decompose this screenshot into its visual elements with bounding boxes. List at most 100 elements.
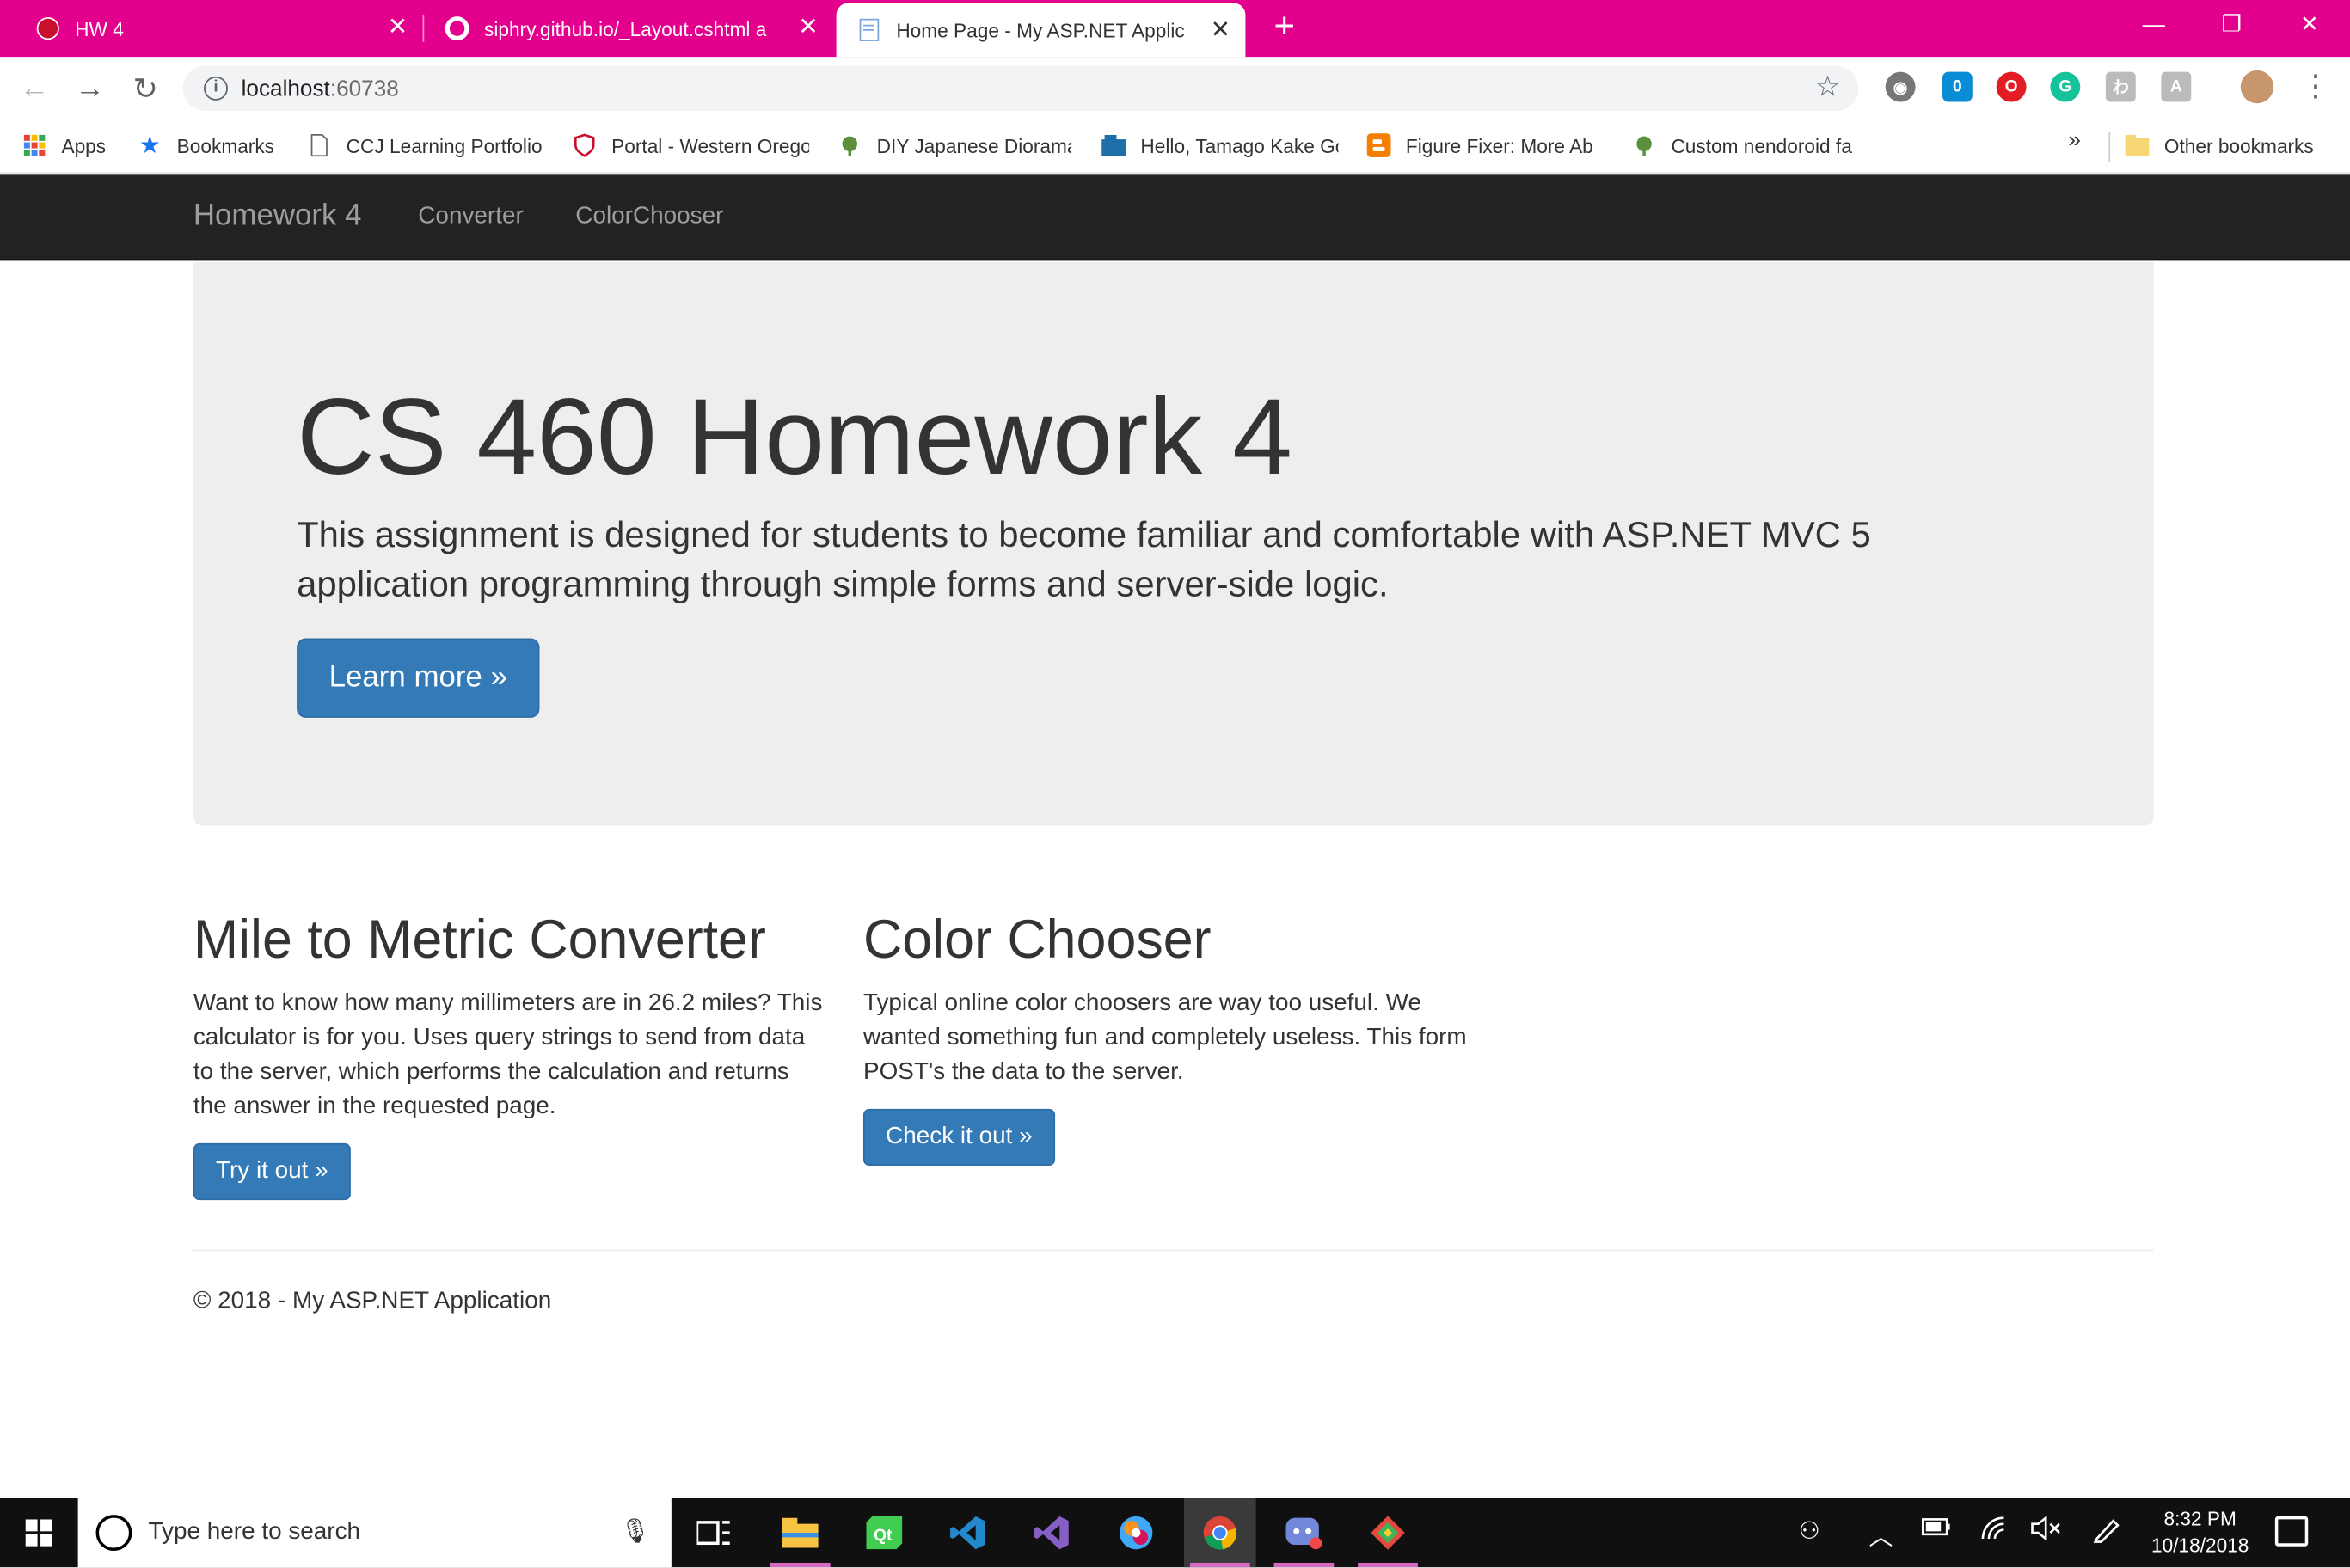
section-title: Color Chooser: [862, 908, 1212, 970]
address-port: :60738: [329, 76, 399, 102]
tab-close-icon[interactable]: ✕: [798, 14, 818, 44]
opera-extension-icon[interactable]: O: [1996, 71, 2027, 102]
circle-extension-icon[interactable]: ◉: [1885, 71, 1916, 102]
bookmarks-bar: Apps ★ Bookmarks CCJ Learning Portfolio …: [0, 119, 2350, 175]
bookmark-label: Bookmarks: [176, 133, 275, 157]
bookmark-label: Apps: [61, 133, 107, 157]
try-it-out-button[interactable]: Try it out »: [193, 1142, 351, 1201]
clock-date: 10/18/2018: [2151, 1534, 2249, 1557]
bookmark-nendoroid[interactable]: Custom nendoroid fa: [1632, 131, 1866, 161]
apps-grid-icon: [22, 133, 46, 157]
profile-avatar-icon[interactable]: [2240, 70, 2274, 104]
cortana-icon: [95, 1515, 132, 1552]
volume-muted-icon[interactable]: [2031, 1515, 2061, 1548]
search-placeholder: Type here to search: [148, 1519, 361, 1546]
reload-button[interactable]: ↻: [126, 69, 164, 107]
discord-icon[interactable]: [1268, 1498, 1341, 1568]
windows-start-button[interactable]: [0, 1498, 78, 1567]
tab-hw4[interactable]: HW 4 ✕: [0, 0, 423, 57]
bookmark-label: DIY Japanese Diorama: [876, 133, 1072, 157]
nav-link-colorchooser[interactable]: ColorChooser: [575, 204, 723, 230]
ghostery-extension-icon[interactable]: 0: [1942, 71, 1973, 102]
section-text: Typical online color choosers are way to…: [862, 990, 1467, 1085]
jumbotron: CS 460 Homework 4 This assignment is des…: [193, 262, 2154, 826]
tab-close-icon[interactable]: ✕: [388, 14, 408, 44]
screen: HW 4 ✕ siphry.github.io/_Layout.cshtml a…: [0, 0, 2350, 1568]
translate-extension-icon[interactable]: わ: [2105, 71, 2136, 102]
star-icon: ★: [138, 133, 161, 159]
check-it-out-button[interactable]: Check it out »: [862, 1108, 1055, 1167]
chrome-icon[interactable]: [1183, 1498, 1256, 1568]
page-title: CS 460 Homework 4: [297, 377, 1292, 498]
address-host: localhost: [241, 76, 330, 102]
battery-icon[interactable]: [1921, 1516, 1952, 1545]
paint-app-icon[interactable]: [1100, 1498, 1172, 1567]
bookmark-diy-diorama[interactable]: DIY Japanese Diorama: [838, 131, 1071, 161]
learn-more-button[interactable]: Learn more »: [297, 638, 540, 718]
more-bookmarks-button[interactable]: »: [2068, 127, 2081, 153]
gitkraken-icon[interactable]: [1352, 1498, 1424, 1568]
svg-text:Qt: Qt: [874, 1527, 893, 1545]
people-icon[interactable]: ⚇: [1799, 1516, 1820, 1547]
bookmark-ccj[interactable]: CCJ Learning Portfolio: [307, 131, 543, 161]
tab-strip: HW 4 ✕ siphry.github.io/_Layout.cshtml a…: [0, 0, 2350, 58]
bookmark-bookmarks[interactable]: ★ Bookmarks: [138, 131, 287, 161]
leaf-icon: [1632, 133, 1656, 157]
vscode-icon[interactable]: [932, 1498, 1004, 1567]
jumbotron-lead: This assignment is designed for students…: [297, 515, 1871, 606]
bookmark-label: CCJ Learning Portfolio: [346, 133, 543, 157]
bookmark-label: Hello, Tamago Kake Gohan: [1140, 133, 1338, 157]
folder-icon: [2125, 133, 2150, 157]
tab-close-icon[interactable]: ✕: [1211, 16, 1230, 46]
tab-home-page[interactable]: Home Page - My ASP.NET Applic ✕: [836, 3, 1246, 58]
new-tab-button[interactable]: +: [1265, 9, 1304, 47]
windows-taskbar: Type here to search 🎙 Qt ⚇ ︿ 8:32 PM 10/…: [0, 1498, 2350, 1568]
file-explorer-icon[interactable]: [764, 1498, 837, 1568]
tab-label: Home Page - My ASP.NET Applic: [896, 18, 1185, 41]
bookmark-star-icon[interactable]: ☆: [1815, 70, 1841, 105]
minimize-button[interactable]: —: [2114, 0, 2193, 48]
close-window-button[interactable]: ✕: [2271, 0, 2349, 48]
forward-button[interactable]: →: [71, 69, 109, 107]
address-url[interactable]: localhost:60738: [242, 77, 399, 102]
nav-link-converter[interactable]: Converter: [418, 204, 523, 230]
web-page: Homework 4 Converter ColorChooser CS 460…: [0, 174, 2350, 1499]
wifi-icon[interactable]: [1981, 1516, 2008, 1548]
task-view-icon[interactable]: [678, 1498, 750, 1567]
color-chooser-section: Color Chooser Typical online color choos…: [862, 908, 1493, 1167]
site-navbar: Homework 4 Converter ColorChooser: [0, 174, 2350, 261]
shield-icon: [573, 133, 597, 157]
tab-github[interactable]: siphry.github.io/_Layout.cshtml a ✕: [424, 0, 833, 57]
document-icon: [307, 133, 331, 157]
site-brand[interactable]: Homework 4: [193, 199, 362, 234]
blogger-icon: [1366, 133, 1391, 158]
other-bookmarks[interactable]: Other bookmarks: [2125, 131, 2335, 161]
back-button[interactable]: ←: [15, 69, 53, 107]
notification-center-icon[interactable]: [2274, 1516, 2309, 1547]
converter-section: Mile to Metric Converter Want to know ho…: [193, 908, 823, 1201]
pdf-extension-icon[interactable]: A: [2161, 71, 2192, 102]
bookmark-figure-fixer[interactable]: Figure Fixer: More Ab: [1366, 131, 1604, 161]
taskbar-search[interactable]: Type here to search 🎙: [77, 1498, 672, 1568]
bookmark-tamago[interactable]: Hello, Tamago Kake Gohan: [1101, 131, 1338, 161]
browser-menu-icon[interactable]: ⋮: [2301, 70, 2331, 107]
tab-label: HW 4: [75, 17, 124, 40]
system-clock[interactable]: 8:32 PM 10/18/2018: [2146, 1506, 2254, 1560]
section-title: Mile to Metric Converter: [193, 908, 766, 970]
bookmark-label: Figure Fixer: More Ab: [1405, 133, 1593, 157]
tab-label: siphry.github.io/_Layout.cshtml a: [483, 17, 767, 40]
windows-logo-icon: [25, 1519, 53, 1547]
restore-button[interactable]: ❐: [2193, 0, 2271, 48]
microphone-icon[interactable]: 🎙: [620, 1516, 650, 1547]
pen-icon[interactable]: [2092, 1516, 2122, 1551]
bookmark-apps[interactable]: Apps: [22, 131, 127, 161]
site-info-icon[interactable]: i: [204, 76, 228, 101]
qt-creator-icon[interactable]: Qt: [849, 1498, 921, 1567]
browser-toolbar: ← → ↻ i localhost:60738 ☆ ◉ 0 O G わ A ⋮: [0, 57, 2350, 120]
grammarly-extension-icon[interactable]: G: [2050, 71, 2081, 102]
hw-tab-icon: [36, 16, 60, 40]
bookmark-portal[interactable]: Portal - Western Oregon: [573, 131, 809, 161]
address-bar[interactable]: i localhost:60738 ☆: [182, 65, 1859, 111]
visual-studio-icon[interactable]: [1016, 1498, 1089, 1567]
chevron-up-icon[interactable]: ︿: [1869, 1516, 1893, 1553]
